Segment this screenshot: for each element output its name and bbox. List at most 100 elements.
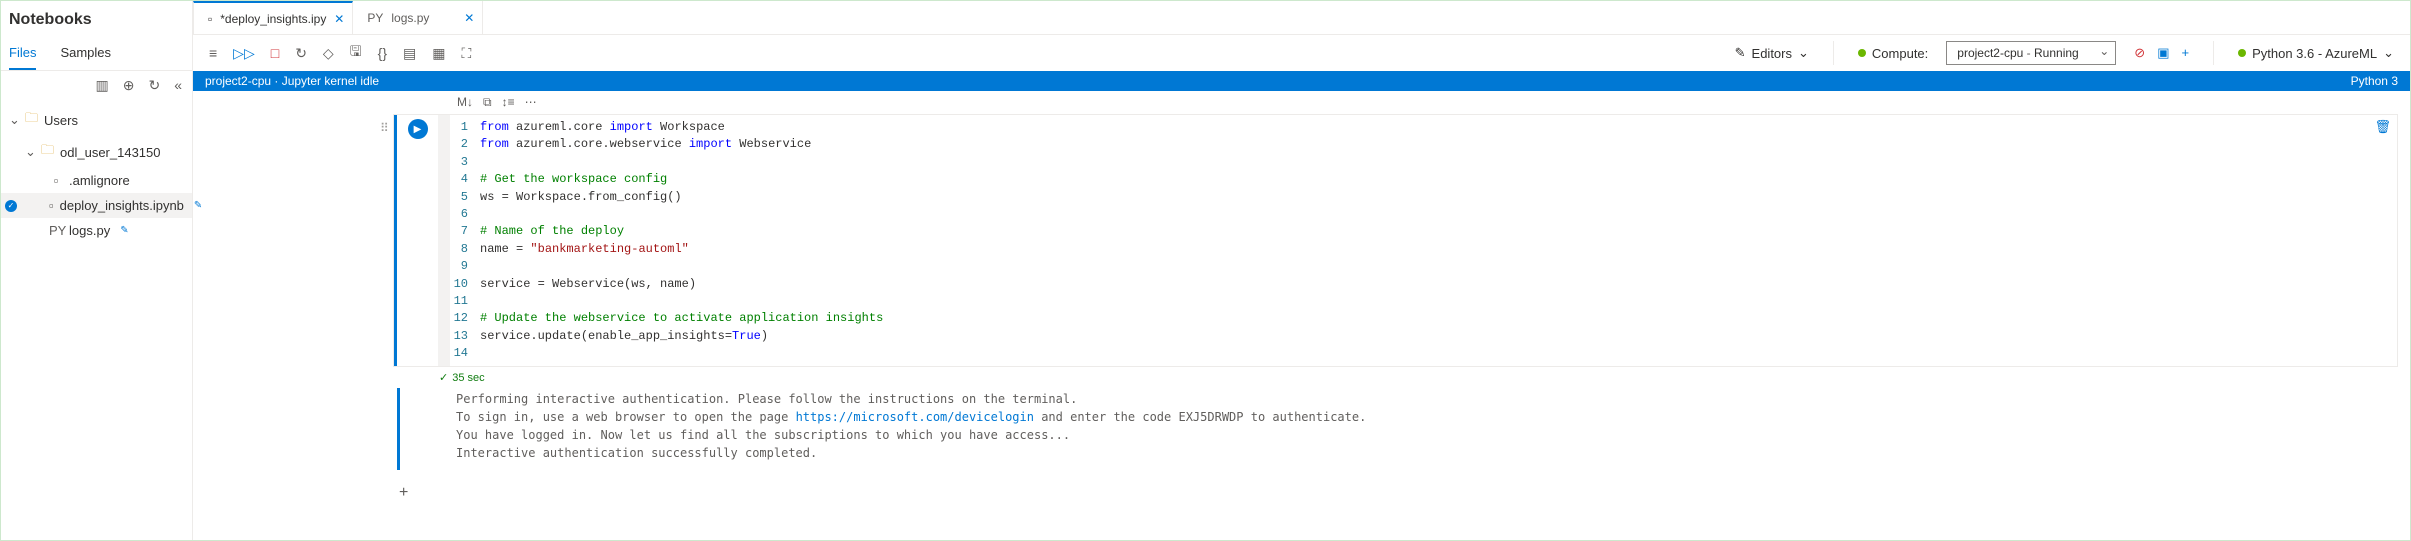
convert-markdown-button[interactable]: M↓ [457, 95, 473, 110]
code-line[interactable]: 5ws = Workspace.from_config() [450, 189, 2389, 206]
line-number: 10 [450, 276, 480, 293]
sidebar-title: Notebooks [1, 1, 192, 35]
line-number: 5 [450, 189, 480, 206]
stop-icon[interactable]: □ [271, 45, 279, 61]
code-line[interactable]: 12# Update the webservice to activate ap… [450, 310, 2389, 327]
code-line[interactable]: 1from azureml.core import Workspace [450, 119, 2389, 136]
status-dot-icon [2238, 49, 2246, 57]
tree-user-folder[interactable]: ⌄ 🗀 odl_user_143150 [1, 136, 192, 168]
tree-file-logs[interactable]: PY logs.py ✎ [1, 218, 192, 243]
terminal-icon[interactable]: ▣ [2157, 45, 2169, 61]
sidebar-tabs: Files Samples [1, 35, 192, 71]
line-number: 1 [450, 119, 480, 136]
stop-compute-icon[interactable]: ⊘ [2134, 45, 2145, 61]
status-right: Python 3 [2351, 74, 2398, 88]
compute-status: Running [2034, 46, 2079, 60]
grid-icon[interactable]: ▦ [432, 45, 445, 62]
delete-cell-icon[interactable]: 🗑 [2374, 119, 2391, 135]
sidebar-toolbar: ▥ ⊕ ↻ « [1, 71, 192, 100]
tree-file-deploy-insights[interactable]: ✓ ▫ deploy_insights.ipynb ✎ [1, 193, 192, 218]
add-file-icon[interactable]: ⊕ [123, 77, 135, 94]
code-line[interactable]: 2from azureml.core.webservice import Web… [450, 136, 2389, 153]
line-number: 8 [450, 241, 480, 258]
devicelogin-link[interactable]: https://microsoft.com/devicelogin [796, 410, 1034, 424]
variables-icon[interactable]: {} [378, 45, 387, 61]
file-tab-logs[interactable]: PY logs.py ✕ [353, 1, 483, 34]
add-compute-icon[interactable]: + [2181, 45, 2189, 61]
run-all-icon[interactable]: ▷▷ [233, 45, 255, 62]
status-dot-icon [1858, 49, 1866, 57]
outline-icon[interactable]: ▤ [403, 45, 416, 62]
line-number: 4 [450, 171, 480, 188]
refresh-icon[interactable]: ↻ [148, 77, 160, 94]
compute-label: Compute: [1858, 46, 1928, 61]
line-number: 3 [450, 154, 480, 171]
line-number: 6 [450, 206, 480, 223]
run-cell-button[interactable]: ▶ [408, 119, 428, 139]
chevron-down-icon: ⌄ [25, 144, 35, 160]
tree-users[interactable]: ⌄ 🗀 Users [1, 104, 192, 136]
code-cell[interactable]: ⠿ ▶ 🗑 1from azureml.core import Workspac… [393, 114, 2398, 367]
output-line: Interactive authentication successfully … [456, 444, 2390, 462]
kernel-select[interactable]: Python 3.6 - AzureML ⌄ [2238, 45, 2394, 61]
code-line[interactable]: 3 [450, 154, 2389, 171]
py-icon: PY [49, 223, 63, 238]
move-cell-button[interactable]: ↕≡ [502, 95, 515, 110]
kernel-status-bar: project2-cpu · Jupyter kernel idle Pytho… [193, 71, 2410, 91]
folder-icon: 🗀 [41, 141, 54, 163]
running-status-icon: ✓ [5, 200, 17, 212]
save-icon[interactable]: 🖫 [350, 41, 362, 65]
code-line[interactable]: 4# Get the workspace config [450, 171, 2389, 188]
cell-output: Performing interactive authentication. P… [397, 388, 2398, 470]
tree-file-amlignore[interactable]: ▫ .amlignore [1, 168, 192, 193]
code-line[interactable]: 6 [450, 206, 2389, 223]
collapse-icon[interactable]: « [174, 77, 182, 94]
create-folder-icon[interactable]: ▥ [96, 77, 109, 94]
editor: M↓ ⧉ ↕≡ ⋯ ⠿ ▶ 🗑 1from azureml.core impor… [193, 91, 2410, 540]
file-tab-deploy-insights[interactable]: ▫ *deploy_insights.ipy ✕ [193, 1, 353, 34]
close-icon[interactable]: ✕ [464, 11, 474, 25]
file-icon: ▫ [208, 12, 212, 26]
code-line[interactable]: 8name = "bankmarketing-automl" [450, 241, 2389, 258]
expand-icon[interactable]: ⛶ [461, 45, 471, 62]
compute-name: project2-cpu [1957, 46, 2023, 60]
file-tab-bar: ▫ *deploy_insights.ipy ✕ PY logs.py ✕ [193, 1, 2410, 35]
code-editor[interactable]: 🗑 1from azureml.core import Workspace2fr… [450, 115, 2397, 366]
notebook-toolbar: ≡ ▷▷ □ ↻ ◇ 🖫 {} ▤ ▦ ⛶ ✎ Editors ⌄ [193, 35, 2410, 71]
editors-dropdown[interactable]: ✎ Editors ⌄ [1735, 45, 1809, 61]
exec-time: ✓ 35 sec [193, 367, 2410, 388]
file-tree: ⌄ 🗀 Users ⌄ 🗀 odl_user_143150 ▫ .amligno… [1, 100, 192, 247]
tab-files[interactable]: Files [9, 39, 36, 70]
tree-label: deploy_insights.ipynb [60, 198, 184, 213]
sidebar: Notebooks Files Samples ▥ ⊕ ↻ « ⌄ 🗀 User… [1, 1, 193, 540]
line-number: 9 [450, 258, 480, 275]
line-number: 2 [450, 136, 480, 153]
more-button[interactable]: ⋯ [525, 95, 537, 110]
line-number: 13 [450, 328, 480, 345]
restart-icon[interactable]: ↻ [295, 45, 307, 62]
drag-handle-icon[interactable]: ⠿ [380, 121, 389, 135]
add-cell-button[interactable]: + [397, 482, 2410, 504]
chevron-down-icon: ⌄ [2383, 45, 2394, 61]
comment-button[interactable]: ⧉ [483, 95, 492, 110]
compute-select[interactable]: project2-cpu - Running [1946, 41, 2116, 65]
clear-output-icon[interactable]: ◇ [323, 45, 334, 62]
close-icon[interactable]: ✕ [334, 12, 344, 26]
line-number: 14 [450, 345, 480, 362]
code-line[interactable]: 10service = Webservice(ws, name) [450, 276, 2389, 293]
file-tab-label: logs.py [391, 11, 429, 25]
menu-icon[interactable]: ≡ [209, 45, 217, 61]
edited-icon: ✎ [194, 200, 202, 211]
tree-label: logs.py [69, 223, 110, 238]
code-line[interactable]: 7# Name of the deploy [450, 223, 2389, 240]
line-number: 7 [450, 223, 480, 240]
tab-samples[interactable]: Samples [60, 39, 111, 70]
code-line[interactable]: 14 [450, 345, 2389, 362]
chevron-down-icon: ⌄ [9, 112, 19, 128]
status-left: project2-cpu · Jupyter kernel idle [205, 74, 379, 88]
code-line[interactable]: 13service.update(enable_app_insights=Tru… [450, 328, 2389, 345]
code-line[interactable]: 9 [450, 258, 2389, 275]
code-line[interactable]: 11 [450, 293, 2389, 310]
output-line: You have logged in. Now let us find all … [456, 426, 2390, 444]
gutter [438, 115, 450, 366]
